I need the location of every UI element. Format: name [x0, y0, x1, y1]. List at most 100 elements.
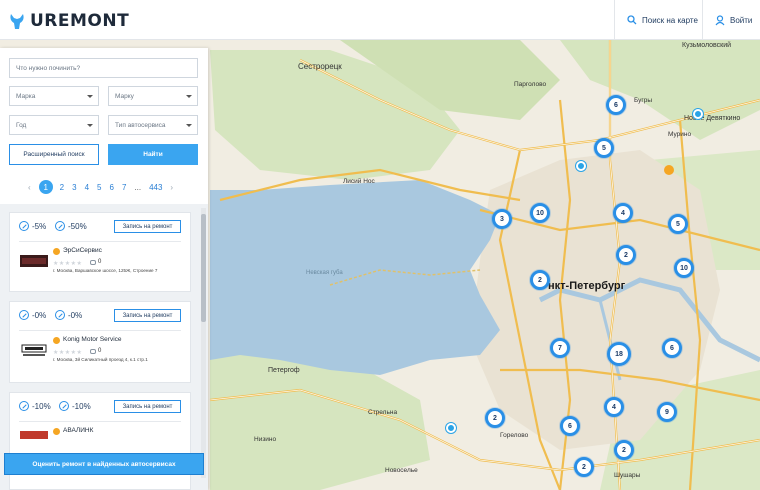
- chevron-down-icon: [186, 95, 192, 98]
- service-list: -5% -50% Запись на ремонт ЭрСиСервис ★★★…: [0, 204, 208, 490]
- pagination-page[interactable]: 5: [97, 183, 101, 192]
- service-card[interactable]: -0% -0% Запись на ремонт Konig Motor Ser…: [9, 301, 191, 383]
- parts-discount-value: -10%: [32, 401, 51, 411]
- verified-badge-icon: [53, 248, 60, 255]
- map-label-strelna: Стрельна: [368, 409, 398, 416]
- work-discount: -10%: [59, 401, 91, 411]
- divider: [19, 241, 181, 242]
- divider: [19, 330, 181, 331]
- parts-discount-value: -5%: [32, 221, 47, 231]
- map-cluster[interactable]: 5: [668, 214, 688, 234]
- book-repair-button[interactable]: Запись на ремонт: [114, 220, 181, 233]
- map-label-nizino: Низино: [254, 436, 277, 443]
- model-select[interactable]: Марку: [108, 86, 198, 106]
- map-cluster[interactable]: 2: [616, 245, 636, 265]
- map-cluster[interactable]: 6: [560, 416, 580, 436]
- work-discount-value: -10%: [72, 401, 91, 411]
- pagination-page[interactable]: 2: [60, 183, 64, 192]
- evaluate-repair-button[interactable]: Оценить ремонт в найденных автосервисах: [4, 453, 204, 475]
- service-name[interactable]: Konig Motor Service: [63, 336, 122, 343]
- service-card[interactable]: -5% -50% Запись на ремонт ЭрСиСервис ★★★…: [9, 212, 191, 292]
- pagination-page[interactable]: 6: [109, 183, 113, 192]
- map-cluster[interactable]: 7: [550, 338, 570, 358]
- book-repair-button[interactable]: Запись на ремонт: [114, 309, 181, 322]
- pagination-page[interactable]: 7: [122, 183, 126, 192]
- map-label-nevskaya-guba: Невская губа: [306, 270, 343, 276]
- map-pin[interactable]: [693, 109, 703, 119]
- company-logo: [21, 344, 47, 356]
- pagination: ‹ 1 2 3 4 5 6 7 ... 443 ›: [28, 180, 181, 194]
- advanced-search-button[interactable]: Расширенный поиск: [9, 144, 99, 165]
- service-type-value: Тип автосервиса: [115, 121, 166, 129]
- divider: [19, 421, 181, 422]
- map-pin[interactable]: [576, 161, 586, 171]
- find-button[interactable]: Найти: [108, 144, 198, 165]
- pagination-page[interactable]: 4: [85, 183, 89, 192]
- login-button[interactable]: Войти: [702, 0, 760, 40]
- year-select[interactable]: Год: [9, 115, 99, 135]
- model-select-value: Марку: [115, 92, 134, 100]
- work-discount-value: -0%: [68, 310, 83, 320]
- service-name[interactable]: АВАЛИНК: [63, 427, 93, 434]
- search-icon: [627, 15, 637, 25]
- map-cluster[interactable]: 2: [614, 440, 634, 460]
- map-cluster[interactable]: 3: [492, 209, 512, 229]
- brand-select[interactable]: Марка: [9, 86, 99, 106]
- parts-discount: -0%: [19, 310, 46, 320]
- pagination-prev[interactable]: ‹: [28, 183, 31, 192]
- service-type-select[interactable]: Тип автосервиса: [108, 115, 198, 135]
- pagination-last-page[interactable]: 443: [149, 183, 162, 192]
- service-card[interactable]: -10% -10% Запись на ремонт АВАЛИНК: [9, 392, 191, 490]
- user-icon: [715, 14, 725, 25]
- service-address: г. Москва, 3й Силикатный проезд 4, к.1 с…: [53, 357, 148, 362]
- work-discount-icon: [59, 401, 69, 411]
- map-cluster[interactable]: 6: [662, 338, 682, 358]
- reviews-value: 0: [98, 348, 102, 354]
- logo[interactable]: UREMONT: [9, 11, 129, 31]
- map-label-murino: Мурино: [668, 131, 692, 138]
- map-cluster[interactable]: 4: [604, 397, 624, 417]
- parts-discount: -5%: [19, 221, 46, 231]
- parts-discount-icon: [19, 310, 29, 320]
- pagination-page[interactable]: 3: [72, 183, 76, 192]
- list-scrollbar-thumb[interactable]: [201, 214, 206, 322]
- pagination-next[interactable]: ›: [170, 183, 173, 192]
- top-bar: UREMONT Поиск на карте Войти: [0, 0, 760, 40]
- map-cluster[interactable]: 6: [606, 95, 626, 115]
- service-name[interactable]: ЭрСиСервис: [63, 247, 102, 254]
- logo-text: UREMONT: [30, 11, 130, 31]
- map-cluster[interactable]: 4: [613, 203, 633, 223]
- parts-discount-icon: [19, 221, 29, 231]
- search-panel: Что нужно починить? Марка Марку Год Тип …: [0, 48, 208, 490]
- parts-discount-icon: [19, 401, 29, 411]
- repair-query-input[interactable]: Что нужно починить?: [9, 58, 198, 78]
- map-label-shushary: Шушары: [614, 472, 641, 479]
- year-select-value: Год: [16, 121, 27, 129]
- map-cluster[interactable]: 10: [530, 203, 550, 223]
- map-label-sestroretsk: Сестрорецк: [298, 62, 342, 71]
- map-label-novoe-devyatkino: Новое Девяткино: [684, 115, 741, 122]
- parts-discount-value: -0%: [32, 310, 47, 320]
- pagination-page-current[interactable]: 1: [38, 180, 53, 194]
- map-search-label: Поиск на карте: [642, 15, 698, 25]
- map-cluster[interactable]: 5: [594, 138, 614, 158]
- book-repair-button[interactable]: Запись на ремонт: [114, 400, 181, 413]
- reviews-value: 0: [98, 259, 102, 265]
- map-cluster[interactable]: 10: [674, 258, 694, 278]
- work-discount: -50%: [55, 221, 87, 231]
- map-pin-highlighted[interactable]: [664, 165, 674, 175]
- reviews-count: 0: [90, 348, 101, 354]
- map-cluster[interactable]: 2: [574, 457, 594, 477]
- parts-discount: -10%: [19, 401, 51, 411]
- verified-badge-icon: [53, 337, 60, 344]
- brand-select-value: Марка: [16, 92, 36, 100]
- map-cluster[interactable]: 2: [530, 270, 550, 290]
- map-cluster[interactable]: 2: [485, 408, 505, 428]
- map-label-pargolovo: Парголово: [514, 81, 547, 88]
- map-pin[interactable]: [446, 423, 456, 433]
- verified-badge-icon: [53, 428, 60, 435]
- map-cluster[interactable]: 18: [607, 342, 631, 366]
- map-search-button[interactable]: Поиск на карте: [614, 0, 702, 40]
- map-cluster[interactable]: 9: [657, 402, 677, 422]
- rating-stars: ★★★★★: [53, 261, 83, 267]
